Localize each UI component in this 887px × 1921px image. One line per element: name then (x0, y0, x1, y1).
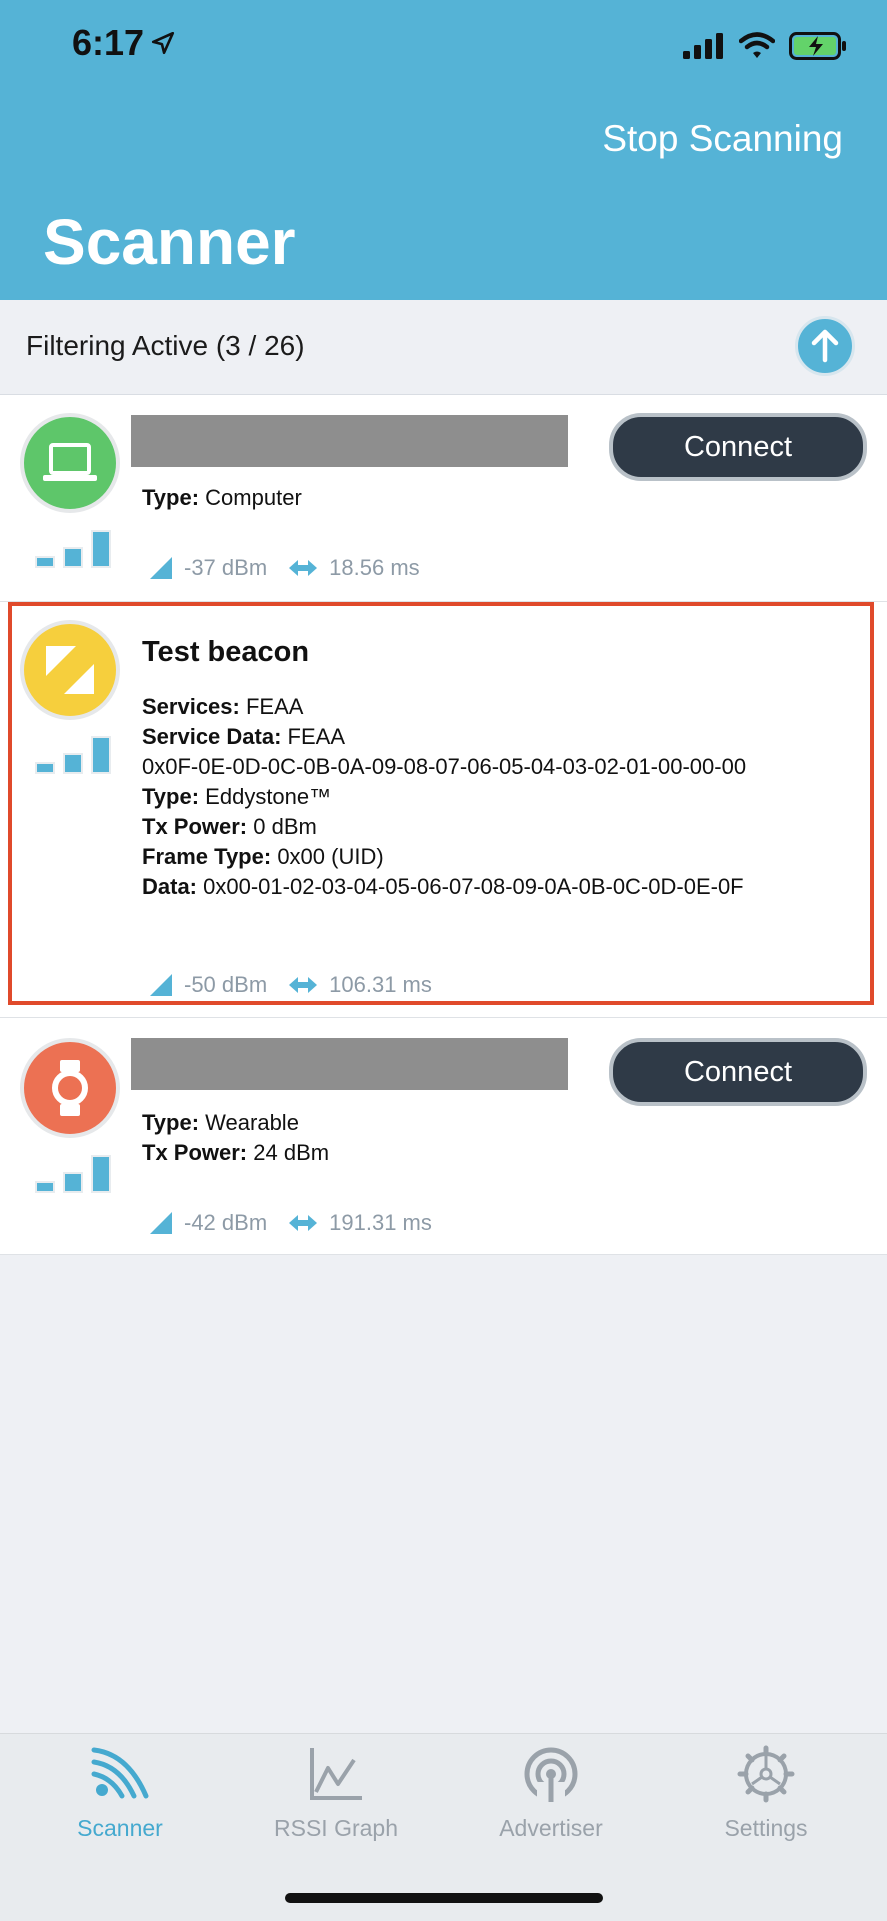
graph-icon (310, 1748, 362, 1800)
interval-icon (289, 560, 318, 576)
settings-icon (737, 1745, 795, 1803)
device-avatar (20, 620, 120, 720)
advertiser-icon (524, 1747, 578, 1804)
stop-scanning-button[interactable]: Stop Scanning (602, 118, 843, 160)
home-indicator (285, 1893, 603, 1903)
interval-value: 106.31 ms (329, 972, 432, 997)
battery-charging-icon (789, 32, 846, 60)
rssi-icon (150, 557, 172, 579)
interval-value: 18.56 ms (329, 555, 420, 580)
eddystone-beacon-icon (46, 646, 94, 694)
rssi-value: -42 dBm (184, 1210, 268, 1235)
interval-icon (289, 1215, 318, 1231)
signal-strength-icon (35, 530, 111, 568)
laptop-icon (43, 443, 97, 481)
filter-status-label: Filtering Active (3 / 26) (26, 330, 305, 361)
device-name-redacted (131, 415, 568, 467)
filter-bar: Filtering Active (3 / 26) (0, 300, 887, 395)
smartwatch-icon (52, 1060, 88, 1116)
wifi-icon (739, 32, 775, 58)
rssi-icon (150, 1212, 172, 1234)
rssi-icon (150, 974, 172, 996)
navigation-header: 6:17 Stop Scanning Scanner (0, 0, 887, 300)
arrow-up-icon (811, 329, 839, 363)
rssi-value: -50 dBm (184, 972, 268, 997)
device-row-computer[interactable]: Type: Computer Connect -37 dBm 18.56 ms (0, 395, 887, 602)
cellular-signal-icon (683, 33, 723, 59)
device-details: Services: FEAA Service Data: FEAA 0x0F-0… (142, 694, 747, 899)
device-details: Type: Wearable Tx Power: 24 dBm (142, 1110, 330, 1165)
device-name-redacted (131, 1038, 568, 1090)
device-name: Test beacon (142, 636, 310, 668)
interval-value: 191.31 ms (329, 1210, 432, 1235)
page-title: Scanner (43, 206, 296, 278)
tab-label: RSSI Graph (274, 1815, 398, 1841)
status-bar-indicators (683, 32, 847, 60)
tab-rssi-graph[interactable]: RSSI Graph (236, 1744, 436, 1842)
device-avatar (20, 1038, 120, 1138)
status-bar-time: 6:17 (72, 22, 176, 64)
signal-strength-icon (35, 736, 111, 774)
connect-button[interactable]: Connect (609, 413, 867, 481)
device-details: Type: Computer (142, 485, 302, 510)
tab-settings[interactable]: Settings (666, 1744, 866, 1842)
tab-label: Settings (724, 1815, 808, 1841)
interval-icon (289, 977, 318, 993)
signal-strength-icon (35, 1155, 111, 1193)
time-label: 6:17 (72, 22, 145, 63)
connect-button[interactable]: Connect (609, 1038, 867, 1106)
tab-label: Scanner (77, 1815, 163, 1841)
tab-label: Advertiser (499, 1815, 603, 1841)
device-metrics: -37 dBm 18.56 ms (148, 555, 420, 581)
scanner-icon (91, 1747, 149, 1799)
tab-advertiser[interactable]: Advertiser (451, 1744, 651, 1842)
device-metrics: -42 dBm 191.31 ms (148, 1210, 432, 1236)
scroll-up-button[interactable] (795, 316, 855, 376)
device-row-wearable[interactable]: Type: Wearable Tx Power: 24 dBm Connect … (0, 1018, 887, 1255)
device-metrics: -50 dBm 106.31 ms (148, 972, 432, 998)
device-avatar (20, 413, 120, 513)
tab-scanner[interactable]: Scanner (20, 1744, 220, 1842)
location-arrow-icon (152, 31, 175, 55)
rssi-value: -37 dBm (184, 555, 268, 580)
device-row-test-beacon[interactable]: Test beacon Services: FEAA Service Data:… (0, 602, 887, 1018)
